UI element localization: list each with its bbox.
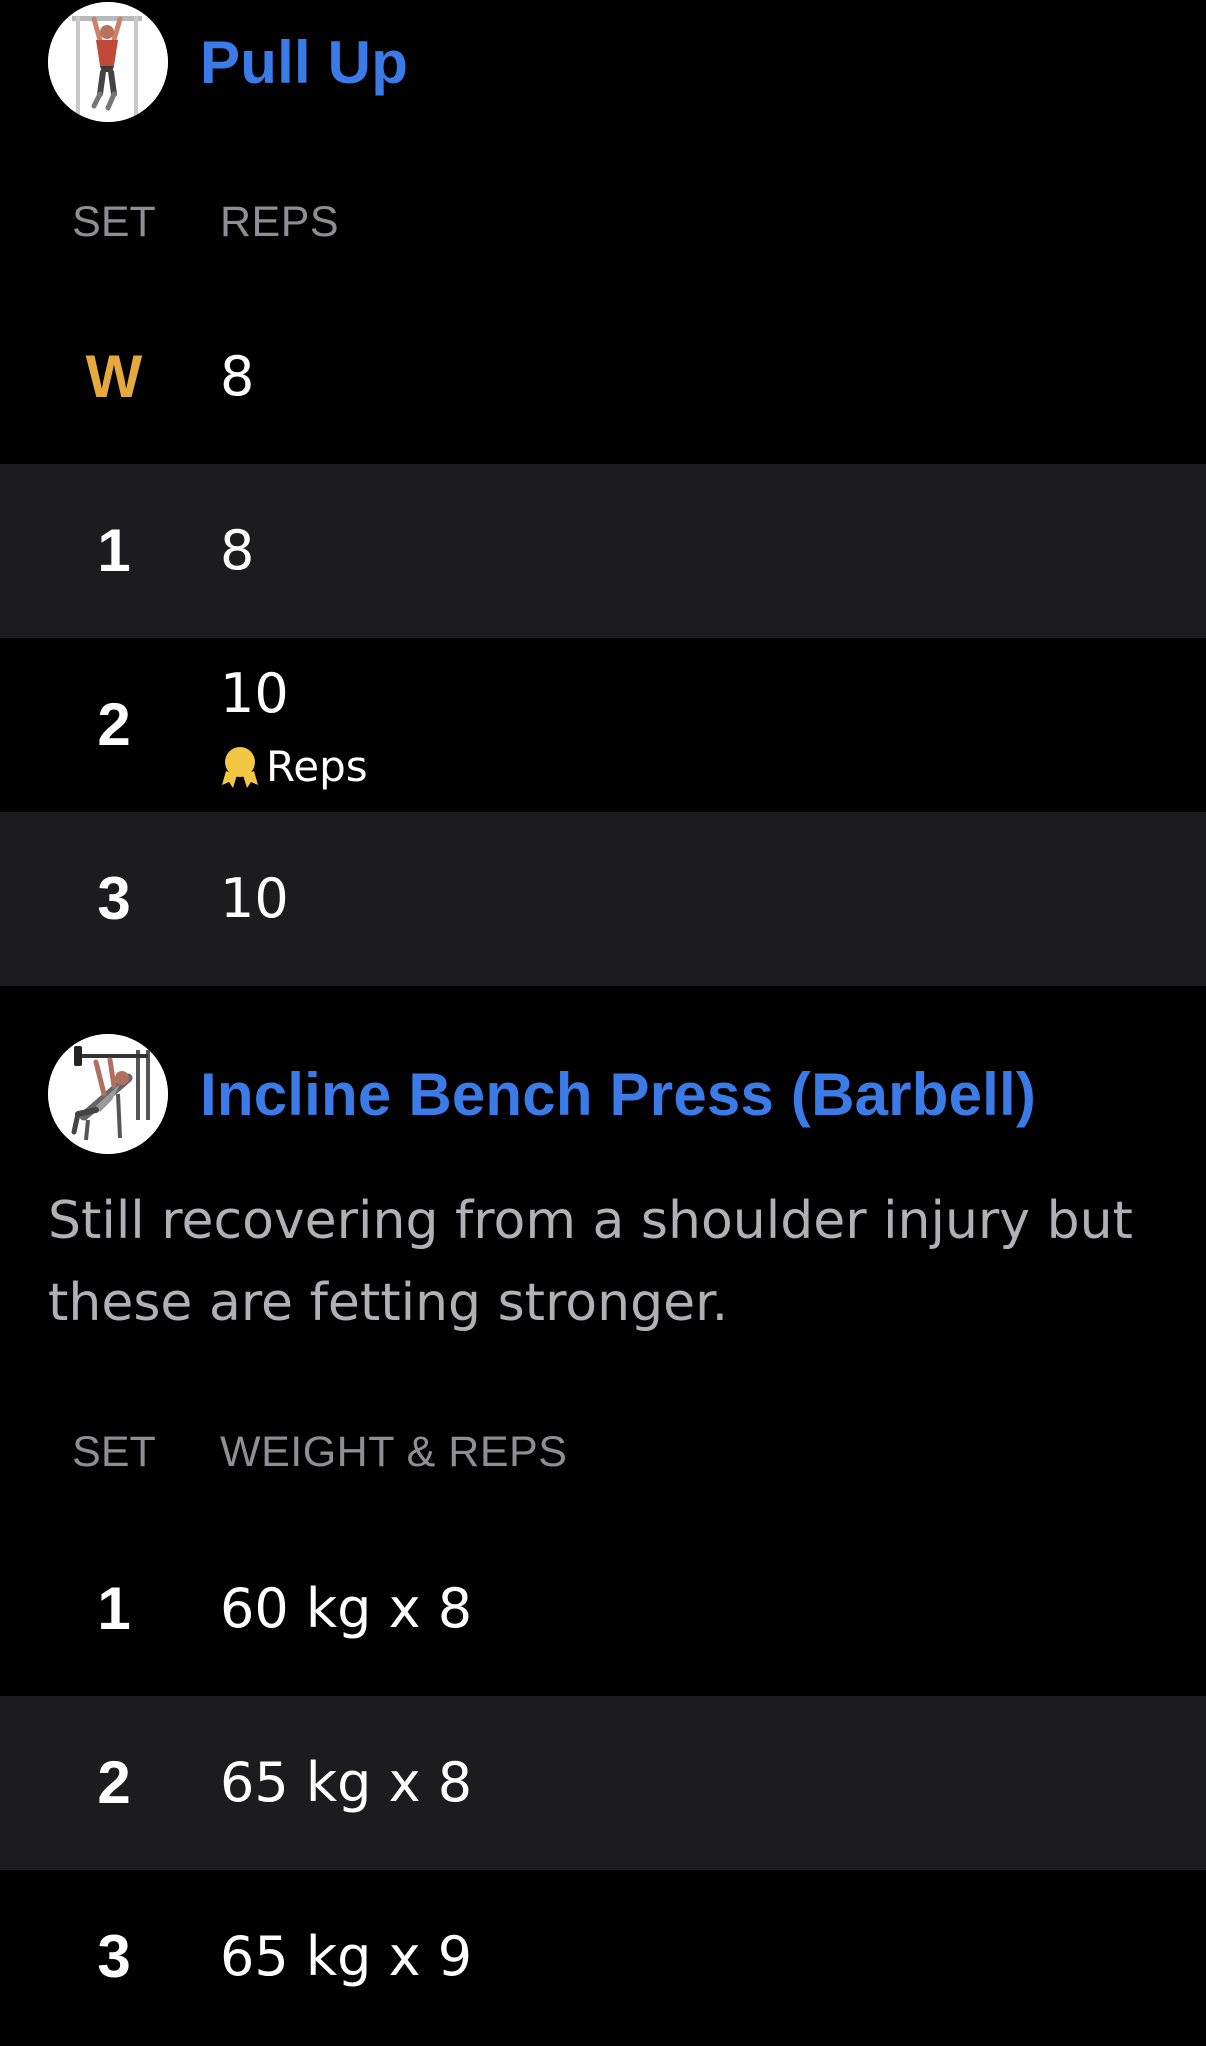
set-value: 60 kg x 8: [220, 1577, 473, 1640]
set-row: 1 60 kg x 8: [0, 1522, 1206, 1696]
incline-bench-press-figure-icon: [48, 1034, 168, 1154]
exercise-note: Still recovering from a shoulder injury …: [48, 1191, 1133, 1333]
set-column-label: SET: [72, 1428, 156, 1476]
set-number: 3: [97, 865, 131, 932]
set-row: 3 65 kg x 9: [0, 1870, 1206, 2044]
pr-label: Reps: [266, 742, 368, 791]
set-row: 1 8: [0, 464, 1206, 638]
medal-icon: [220, 745, 260, 789]
set-number-warmup: W: [85, 343, 143, 410]
exercise-title[interactable]: Pull Up: [200, 28, 408, 97]
set-value: 8: [220, 345, 255, 408]
set-column-label: SET: [72, 198, 156, 246]
set-value: 65 kg x 9: [220, 1925, 473, 1988]
exercise-title[interactable]: Incline Bench Press (Barbell): [200, 1060, 1036, 1129]
exercise-header-incline-bench-press[interactable]: Incline Bench Press (Barbell): [48, 1034, 1036, 1154]
column-header: SET REPS: [0, 190, 1206, 250]
set-number: 3: [97, 1923, 131, 1990]
column-header: SET WEIGHT & REPS: [0, 1420, 1206, 1480]
set-value: 10: [220, 867, 289, 930]
set-number: 1: [97, 517, 131, 584]
set-value: 65 kg x 8: [220, 1751, 473, 1814]
weight-reps-column-label: WEIGHT & REPS: [220, 1428, 568, 1476]
set-number: 2: [97, 1749, 131, 1816]
reps-column-label: REPS: [220, 198, 340, 246]
set-row: 2 65 kg x 8: [0, 1696, 1206, 1870]
exercise-header-pull-up[interactable]: Pull Up: [48, 2, 408, 122]
pull-up-figure-icon: [48, 2, 168, 122]
set-row: W 8: [0, 290, 1206, 464]
set-row: 2 10 Reps: [0, 638, 1206, 812]
set-value: 10: [220, 662, 289, 725]
set-value: 8: [220, 519, 255, 582]
set-row: 3 10: [0, 812, 1206, 986]
set-number: 2: [97, 691, 131, 758]
personal-record-badge: Reps: [220, 742, 368, 791]
workout-detail-screen: Pull Up SET REPS W 8 1 8 2 10 Reps 3 10: [0, 0, 1206, 2046]
set-number: 1: [97, 1575, 131, 1642]
